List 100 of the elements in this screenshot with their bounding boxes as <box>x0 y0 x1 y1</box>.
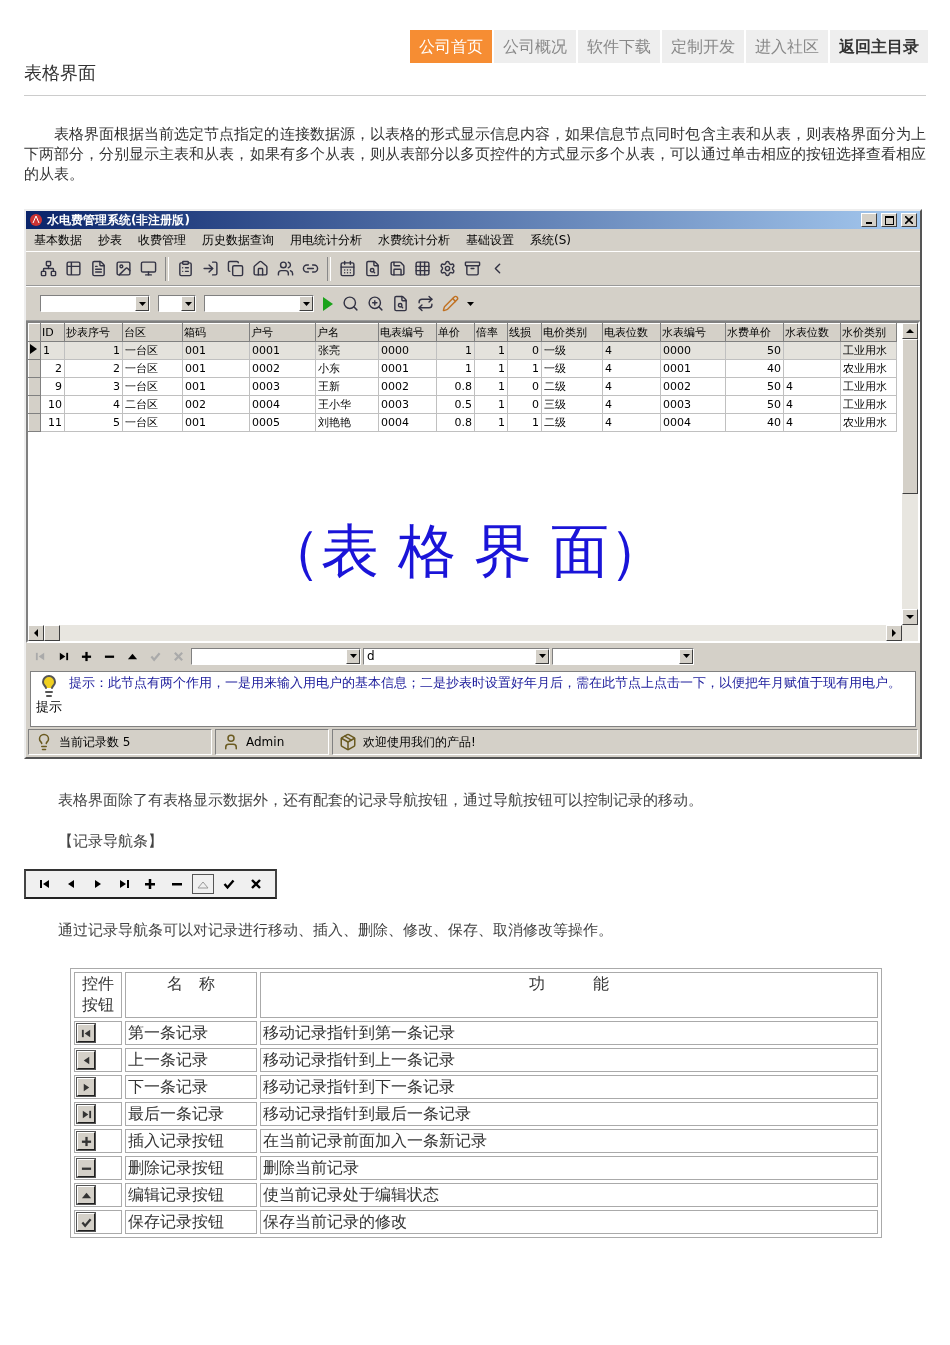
dropdown-field[interactable]: d <box>363 647 550 665</box>
dropdown-arrow-icon <box>138 301 146 306</box>
watermark-caption: （表 格 界 面） <box>262 516 668 587</box>
column-header[interactable]: 电表位数 <box>602 323 661 342</box>
scroll-up-icon[interactable] <box>906 328 914 334</box>
table-cell: 保存记录按钮 <box>125 1210 257 1234</box>
section-caption: 【记录导航条】 <box>58 832 164 851</box>
users-icon[interactable] <box>277 260 294 277</box>
last-record-icon <box>58 650 69 662</box>
table-cell: 移动记录指针到下一条记录 <box>260 1075 878 1099</box>
table-cell: 移动记录指针到最后一条记录 <box>260 1102 878 1126</box>
file-search-icon[interactable] <box>364 260 381 277</box>
menu-item[interactable]: 水费统计分析 <box>378 232 450 248</box>
column-header[interactable]: 水表编号 <box>660 323 726 342</box>
image-icon[interactable] <box>115 260 132 277</box>
vertical-scrollbar[interactable] <box>902 323 918 641</box>
app-logo-icon <box>29 213 43 227</box>
home-icon[interactable] <box>252 260 269 277</box>
table-cell: 在当前记录前面加入一条新记录 <box>260 1129 878 1153</box>
zoom-icon[interactable] <box>367 295 384 312</box>
column-header[interactable]: 水费单价 <box>725 323 784 342</box>
column-header[interactable]: 水价类别 <box>840 323 897 342</box>
check-icon <box>223 878 236 890</box>
table-cell: 下一条记录 <box>125 1075 257 1099</box>
monitor-icon[interactable] <box>140 260 157 277</box>
table-icon[interactable] <box>65 260 82 277</box>
scroll-right-icon[interactable] <box>891 629 897 637</box>
copy-icon[interactable] <box>227 260 244 277</box>
nav-link[interactable]: 返回主目录 <box>830 30 928 63</box>
document-icon[interactable] <box>90 260 107 277</box>
column-header: 名 称 <box>125 972 257 1018</box>
cross-icon <box>173 650 184 662</box>
menu-item[interactable]: 系统(S) <box>530 232 571 248</box>
file-search-icon[interactable] <box>392 295 409 312</box>
last-record-icon <box>80 1108 92 1120</box>
table-cell: 编辑记录按钮 <box>125 1183 257 1207</box>
dropdown-arrow-icon <box>302 301 310 306</box>
dropdown-field[interactable] <box>40 295 150 312</box>
table-cell: 插入记录按钮 <box>125 1129 257 1153</box>
first-record-icon <box>35 650 46 662</box>
menu-item[interactable]: 基础设置 <box>466 232 514 248</box>
plus-icon <box>80 1135 92 1147</box>
repeat-icon[interactable] <box>417 295 434 312</box>
user-icon <box>222 733 240 751</box>
table-cell: 使当前记录处于编辑状态 <box>260 1183 878 1207</box>
column-header[interactable]: 电价类别 <box>541 323 603 342</box>
tree-icon[interactable] <box>40 260 57 277</box>
dropdown-field[interactable] <box>552 647 694 665</box>
table-cell: 最后一条记录 <box>125 1102 257 1126</box>
maximize-button[interactable] <box>881 213 897 227</box>
paragraph: 表格界面除了有表格显示数据外，还有配套的记录导航按钮，通过导航按钮可以控制记录的移动。 <box>58 791 704 810</box>
dropdown-field[interactable] <box>204 295 314 312</box>
column-header[interactable]: ID <box>40 323 65 342</box>
scroll-left-icon[interactable] <box>33 629 39 637</box>
scroll-thumb[interactable] <box>902 339 918 494</box>
scroll-down-icon[interactable] <box>906 614 914 620</box>
hint-label: 提示 <box>36 698 62 716</box>
scroll-thumb[interactable] <box>44 625 60 641</box>
dropdown-field[interactable] <box>191 647 361 665</box>
column-header[interactable]: 倍率 <box>474 323 508 342</box>
save-icon[interactable] <box>389 260 406 277</box>
navigator-button[interactable] <box>191 874 215 894</box>
column-header[interactable]: 线损 <box>507 323 542 342</box>
settings-icon[interactable] <box>439 260 456 277</box>
archive-icon[interactable] <box>464 260 481 277</box>
dropdown-field[interactable] <box>158 295 196 312</box>
minimize-button[interactable] <box>861 213 877 227</box>
close-icon <box>905 216 913 224</box>
search-icon[interactable] <box>342 295 359 312</box>
column-header[interactable]: 电表编号 <box>378 323 437 342</box>
hint-text: 提示：此节点有两个作用，一是用来输入用电户的基本信息；二是抄表时设置好年月后，需在此节点上点击一下，以便把年月赋值于现有用电户。 <box>69 674 901 692</box>
maximize-icon <box>884 215 894 225</box>
column-header[interactable]: 箱码 <box>182 323 250 342</box>
column-header[interactable]: 户号 <box>249 323 316 342</box>
table-cell: 移动记录指针到第一条记录 <box>260 1021 878 1045</box>
menu-item[interactable]: 基本数据 <box>34 232 82 248</box>
plus-icon <box>144 878 157 890</box>
horizontal-scrollbar[interactable] <box>28 625 902 641</box>
status-text: 欢迎使用我们的产品! <box>363 733 476 751</box>
column-header[interactable]: 水表位数 <box>783 323 841 342</box>
clipboard-icon[interactable] <box>177 260 194 277</box>
intro-paragraph: 表格界面根据当前选定节点指定的连接数据源，以表格的形式显示信息内容，如果信息节点同时包含主表和从表，则表格界面分为上下两部分，分别显示主表和从表，如果有多个从表，则从表部分以多页控件的方式显示多个从表，可以通过单击相应的按钮选择查看相应的从表。 <box>24 124 926 184</box>
table-cell: 删除当前记录 <box>260 1156 878 1180</box>
table-cell: 第一条记录 <box>125 1021 257 1045</box>
column-header[interactable]: 台区 <box>122 323 183 342</box>
first-record-icon <box>80 1027 92 1039</box>
menu-item[interactable]: 抄表 <box>98 232 122 248</box>
close-button[interactable] <box>901 213 917 227</box>
menu-item[interactable]: 收费管理 <box>138 232 186 248</box>
column-header[interactable]: 单价 <box>436 323 475 342</box>
column-header[interactable]: 抄表序号 <box>64 323 123 342</box>
calendar-icon[interactable] <box>339 260 356 277</box>
check-icon <box>80 1216 92 1228</box>
import-icon[interactable] <box>202 260 219 277</box>
column-header[interactable]: 户名 <box>315 323 379 342</box>
package-icon <box>339 733 357 751</box>
grid-icon[interactable] <box>414 260 431 277</box>
menu-item[interactable]: 用电统计分析 <box>290 232 362 248</box>
menu-item[interactable]: 历史数据查询 <box>202 232 274 248</box>
window-title: 水电费管理系统(非注册版) <box>47 211 191 229</box>
